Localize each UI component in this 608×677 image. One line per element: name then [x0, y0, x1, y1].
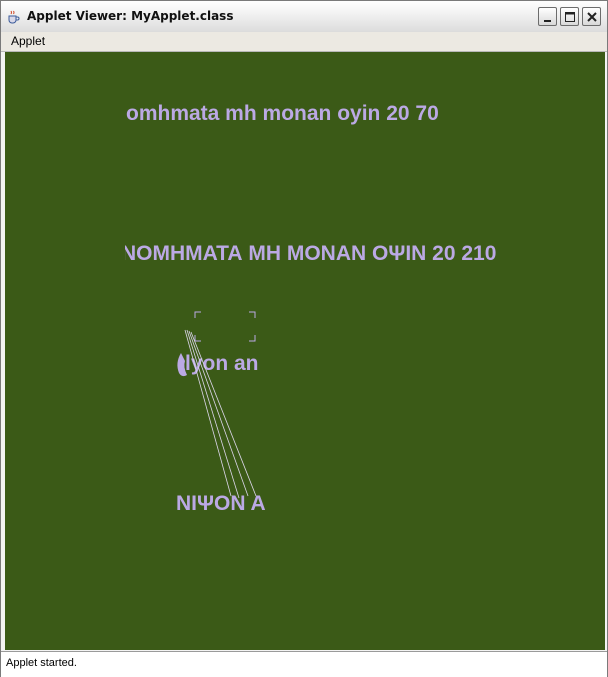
- status-text: Applet started.: [6, 657, 77, 669]
- close-icon: [587, 12, 597, 22]
- java-cup-icon: [6, 9, 20, 24]
- menu-bar: Applet: [1, 32, 607, 52]
- applet-canvas: omhmata mh monan oyin 20 70 ΝΟΜΗΜΑΤΑ ΜΗ …: [5, 52, 605, 650]
- applet-text-line4: ΝΙΨΟΝ Α: [176, 492, 266, 515]
- maximize-button[interactable]: [560, 7, 579, 26]
- status-bar: Applet started.: [1, 651, 607, 677]
- menu-applet[interactable]: Applet: [5, 32, 51, 51]
- applet-viewer-window: Applet Viewer: MyApplet.class Applet omh…: [0, 0, 608, 677]
- window-title: Applet Viewer: MyApplet.class: [27, 9, 234, 23]
- applet-text-line2: ΝΟΜΗΜΑΤΑ ΜΗ ΜΟΝΑΝ ΟΨΙΝ 20 210: [121, 242, 496, 265]
- close-button[interactable]: [582, 7, 601, 26]
- minimize-button[interactable]: [538, 7, 557, 26]
- title-bar[interactable]: Applet Viewer: MyApplet.class: [1, 1, 607, 33]
- applet-background: [5, 52, 605, 650]
- applet-text-line1: omhmata mh monan oyin 20 70: [126, 102, 439, 125]
- minimize-icon: [544, 20, 551, 22]
- applet-drawing: omhmata mh monan oyin 20 70 ΝΟΜΗΜΑΤΑ ΜΗ …: [5, 52, 605, 650]
- maximize-icon: [565, 12, 575, 22]
- applet-text-line3: lyon an: [185, 352, 259, 375]
